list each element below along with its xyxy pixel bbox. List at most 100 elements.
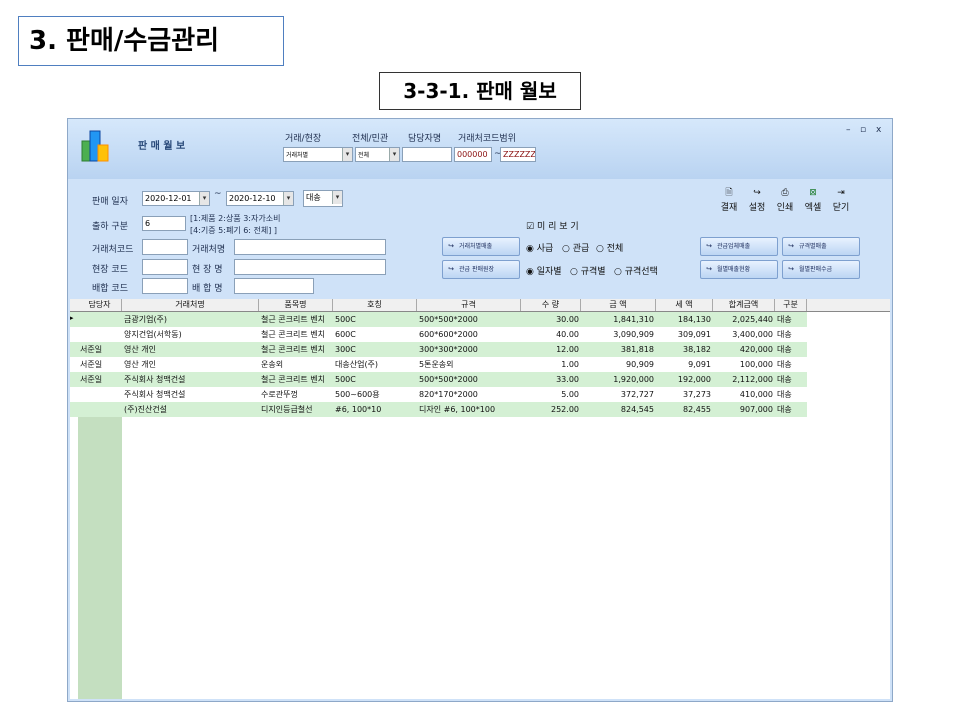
cell-tax: 82,455 xyxy=(683,405,711,414)
btn-monthly-sales[interactable]: ↪ 월별매출현황 xyxy=(700,260,778,279)
radio-private-label: 사급 xyxy=(536,244,554,254)
report-icon: ↪ xyxy=(788,265,794,273)
table-row[interactable]: 서준일 주식회사 청맥건설 철근 콘크리트 벤치 500C 500*500*2000 33… xyxy=(70,372,807,387)
code-to-field[interactable]: ZZZZZZ xyxy=(500,147,536,162)
cell-partner: 주식회사 청맥건설 xyxy=(124,390,186,399)
radio-all[interactable]: ○ 전체 xyxy=(596,241,623,254)
partner-name-field[interactable] xyxy=(234,239,386,255)
btn-gov-company-sales[interactable]: ↪ 관급업체매출 xyxy=(700,237,778,256)
cell-item: 수로관뚜껑 xyxy=(261,390,298,399)
cell-spec: 5톤운송외 xyxy=(419,360,454,369)
radio-empty-icon: ○ xyxy=(570,267,578,277)
sale-date-label: 판매 일자 xyxy=(92,197,128,207)
col-spec[interactable]: 규격 xyxy=(417,299,521,311)
chevron-down-icon: ▾ xyxy=(332,191,342,204)
table-row[interactable]: 서준일 영산 개인 운송외 대송산업(주) 5톤운송외 1.00 90,909 9,091 10… xyxy=(70,357,807,372)
cell-manager: 서준일 xyxy=(80,360,103,369)
btn-partner-sales[interactable]: ↪ 거래처별매출 xyxy=(442,237,520,256)
btn-gov-ledger[interactable]: ↪ 관급 판매원장 xyxy=(442,260,520,279)
label-all-gov: 전체/민관 xyxy=(352,134,389,144)
btn-monthly-collection[interactable]: ↪ 월별판매수금 xyxy=(782,260,860,279)
radio-gov[interactable]: ○ 관급 xyxy=(562,241,589,254)
toolbar-excel-label: 엑셀 xyxy=(804,203,822,213)
close-icon[interactable]: x xyxy=(876,125,881,135)
col-total[interactable]: 합계금액 xyxy=(713,299,775,311)
table-row[interactable]: 서준일 영산 개인 철근 콘크리트 벤치 300C 300*300*2000 12.00 3… xyxy=(70,342,807,357)
cell-spec: 600*600*2000 xyxy=(419,330,478,339)
table-row[interactable]: 주식회사 청맥건설 수로관뚜껑 500~600용 820*170*2000 5.00 37… xyxy=(70,387,807,402)
partner-site-value: 거래처별 xyxy=(286,152,309,159)
date-from-field[interactable]: 2020-12-01 ▾ xyxy=(142,191,210,206)
partner-code-field[interactable] xyxy=(142,239,188,255)
date-to-field[interactable]: 2020-12-10 ▾ xyxy=(226,191,294,206)
cell-amount: 1,920,000 xyxy=(613,375,654,384)
mix-code-field[interactable] xyxy=(142,278,188,294)
radio-spec-select[interactable]: ○ 규격선택 xyxy=(614,264,658,277)
cell-item: 운송외 xyxy=(261,360,284,369)
table-row[interactable]: 양지건업(서학동) 철근 콘크리트 벤치 600C 600*600*2000 40.00… xyxy=(70,327,807,342)
cell-item: 철근 콘크리트 벤치 xyxy=(261,375,325,384)
toolbar-excel-button[interactable]: ⊠ 엑셀 xyxy=(800,187,826,215)
cell-qty: 1.00 xyxy=(561,360,579,369)
restore-icon[interactable]: ▫ xyxy=(860,125,866,135)
grid-header: 담당자 거래처명 품목명 호칭 규격 수 량 금 액 세 액 합계금액 구분 xyxy=(70,299,890,312)
site-name-field[interactable] xyxy=(234,259,386,275)
manager-field[interactable] xyxy=(402,147,452,162)
col-partner[interactable]: 거래처명 xyxy=(122,299,259,311)
toolbar-exit-button[interactable]: ⇥ 닫기 xyxy=(828,187,854,215)
toolbar-settings-label: 설정 xyxy=(748,203,766,213)
radio-by-spec[interactable]: ○ 규격별 xyxy=(570,264,606,277)
all-gov-select[interactable]: 전체 ▾ xyxy=(355,147,400,162)
date-from-value: 2020-12-01 xyxy=(145,194,192,203)
cell-total: 907,000 xyxy=(739,405,773,414)
cell-total: 3,400,000 xyxy=(732,330,773,339)
radio-selected-icon: ◉ xyxy=(526,244,534,254)
cell-spec: 디자인 #6, 100*100 xyxy=(419,405,496,414)
date-to-value: 2020-12-10 xyxy=(229,194,276,203)
cell-type: 대송 xyxy=(777,375,792,384)
cell-manager: 서준일 xyxy=(80,375,103,384)
col-qty[interactable]: 수 량 xyxy=(521,299,581,311)
toolbar-approve-button[interactable]: 🗎 결재 xyxy=(716,187,742,215)
cell-designation: 300C xyxy=(335,345,356,354)
col-item[interactable]: 품목명 xyxy=(259,299,333,311)
toolbar-print-button[interactable]: ⎙ 인쇄 xyxy=(772,187,798,215)
partner-code-label: 거래처코드 xyxy=(92,245,134,255)
chevron-down-icon: ▾ xyxy=(283,192,293,205)
cell-spec: 500*500*2000 xyxy=(419,315,478,324)
radio-private[interactable]: ◉ 사급 xyxy=(526,241,553,254)
preview-label: 미 리 보 기 xyxy=(536,222,579,232)
partner-site-select[interactable]: 거래처별 ▾ xyxy=(283,147,353,162)
table-row[interactable]: (주)진산건설 디지인등급철선 #6, 100*10 디자인 #6, 100*100 2… xyxy=(70,402,807,417)
cell-manager xyxy=(78,312,122,327)
report-icon: ↪ xyxy=(448,242,454,250)
cell-designation: 500C xyxy=(335,315,356,324)
col-designation[interactable]: 호칭 xyxy=(333,299,417,311)
site-code-label: 현장 코드 xyxy=(92,265,128,275)
toolbar-exit-label: 닫기 xyxy=(832,203,850,213)
site-code-field[interactable] xyxy=(142,259,188,275)
col-tax[interactable]: 세 액 xyxy=(656,299,713,311)
col-manager[interactable]: 담당자 xyxy=(78,299,122,311)
sales-grid: 담당자 거래처명 품목명 호칭 규격 수 량 금 액 세 액 합계금액 구분 금… xyxy=(70,299,890,699)
label-code-range: 거래처코드범위 xyxy=(458,134,516,144)
unit-select[interactable]: 대송 ▾ xyxy=(303,190,343,207)
btn-spec-sales[interactable]: ↪ 규격별매출 xyxy=(782,237,860,256)
minimize-icon[interactable]: – xyxy=(846,125,851,135)
radio-by-date[interactable]: ◉ 일자별 xyxy=(526,264,562,277)
toolbar-settings-button[interactable]: ↪ 설정 xyxy=(744,187,770,215)
site-name-label: 현 장 명 xyxy=(192,265,223,275)
col-amount[interactable]: 금 액 xyxy=(581,299,656,311)
cell-qty: 40.00 xyxy=(556,330,579,339)
ship-type-field[interactable]: 6 xyxy=(142,216,186,231)
cell-qty: 12.00 xyxy=(556,345,579,354)
col-type[interactable]: 구분 xyxy=(775,299,807,311)
preview-checkbox[interactable]: ☑ 미 리 보 기 xyxy=(526,219,579,232)
table-row[interactable]: 금광기업(주) 철근 콘크리트 벤치 500C 500*500*2000 30.00 1,… xyxy=(70,312,807,327)
radio-all-label: 전체 xyxy=(606,244,624,254)
cell-manager xyxy=(78,402,122,417)
cell-type: 대송 xyxy=(777,360,792,369)
code-from-field[interactable]: 000000 xyxy=(454,147,492,162)
mix-name-field[interactable] xyxy=(234,278,314,294)
cell-spec: 500*500*2000 xyxy=(419,375,478,384)
